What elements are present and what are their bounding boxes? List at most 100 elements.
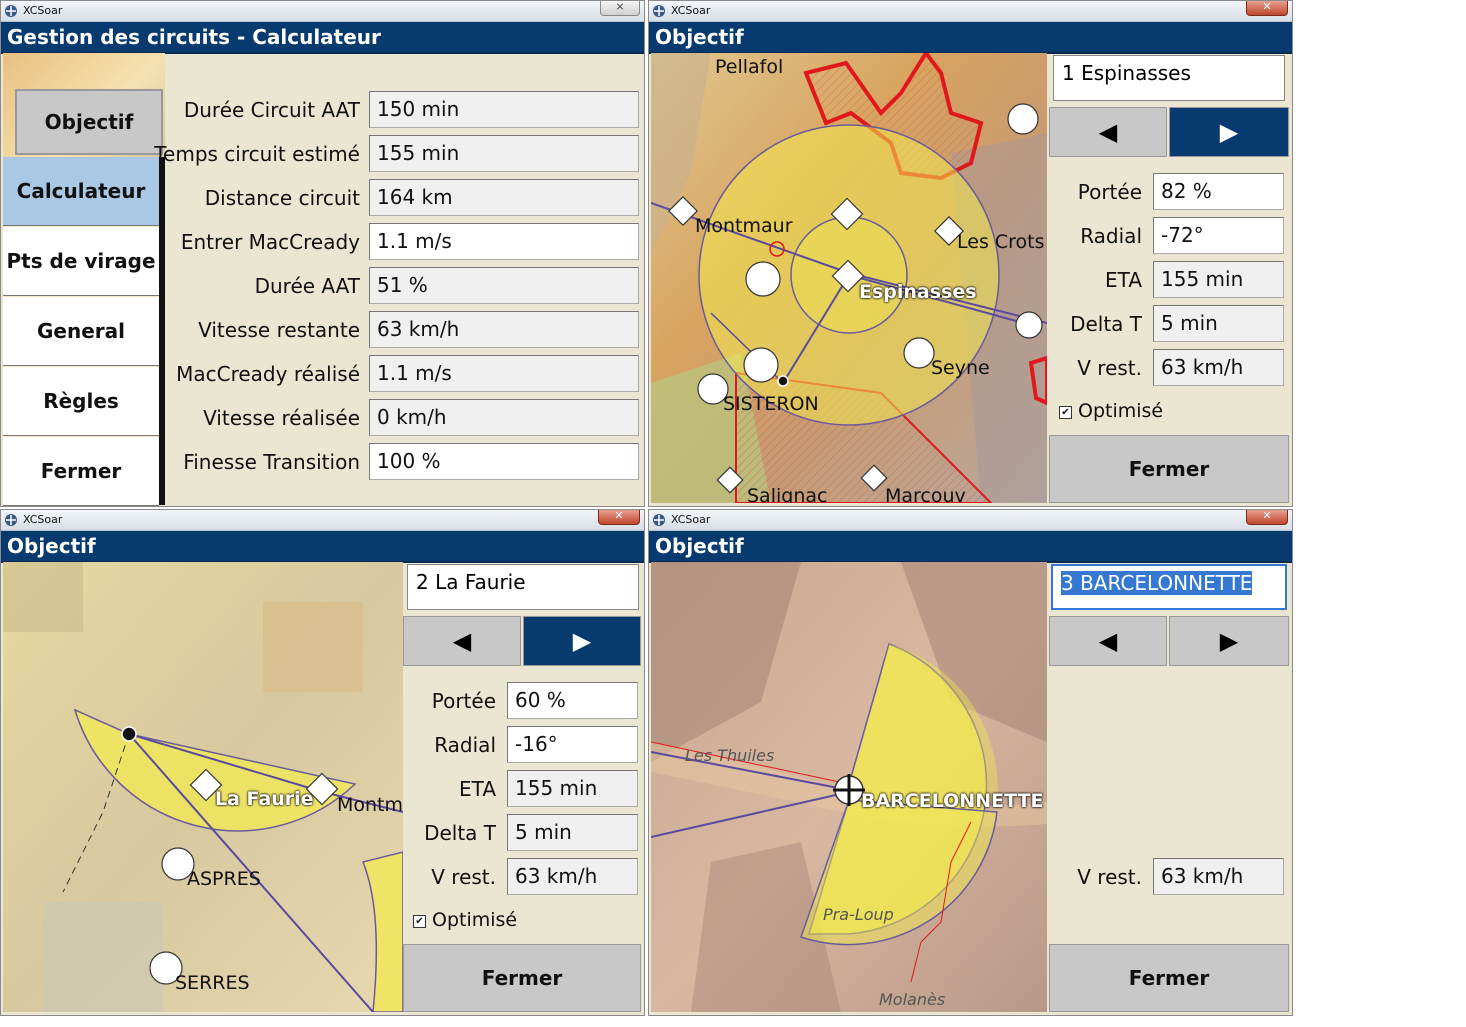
field-v-rest: 63 km/h xyxy=(1153,858,1284,895)
waypoint-select[interactable]: 2 La Faurie xyxy=(407,564,639,610)
nav-calculateur-button[interactable]: Calculateur xyxy=(3,157,159,226)
nav-panel: Objectif Calculateur Pts de virage Gener… xyxy=(3,53,165,506)
field-v-rest: 63 km/h xyxy=(507,858,638,895)
xcsoar-app-icon xyxy=(5,514,17,526)
page-title: Objectif xyxy=(1,531,644,563)
page-title: Objectif xyxy=(649,22,1292,54)
map-label: Espinasses xyxy=(859,281,977,303)
field-distance-circuit: 164 km xyxy=(369,179,639,216)
field-v-rest: 63 km/h xyxy=(1153,349,1284,386)
previous-waypoint-button[interactable]: ◀ xyxy=(1049,107,1167,157)
field-eta: 155 min xyxy=(1153,261,1284,298)
waypoint-select[interactable]: 1 Espinasses xyxy=(1053,55,1285,101)
close-icon[interactable]: ✕ xyxy=(1246,1,1288,16)
previous-waypoint-button[interactable]: ◀ xyxy=(1049,616,1167,666)
label-v-rest: V rest. xyxy=(1077,356,1142,380)
map-label: SISTERON xyxy=(723,393,819,415)
xcsoar-app-icon xyxy=(653,5,665,17)
fermer-button[interactable]: Fermer xyxy=(1049,944,1289,1012)
title-bar: XCSoar ✕ xyxy=(649,510,1292,531)
objectif-window-1: XCSoar ✕ Objectif Pellafol Montmaur Les … xyxy=(648,0,1293,507)
checkbox-icon: ✔ xyxy=(1059,406,1072,419)
nav-objectif-button[interactable]: Objectif xyxy=(15,89,163,155)
map-label: Pellafol xyxy=(715,56,784,78)
portee-input[interactable]: 82 % xyxy=(1153,173,1284,210)
map-label: Saliqnac xyxy=(747,485,828,503)
field-duree-circuit-aat: 150 min xyxy=(369,91,639,128)
calculator-window: XCSoar ⨯ Gestion des circuits - Calculat… xyxy=(0,0,645,507)
window-title: XCSoar xyxy=(671,4,711,17)
map-label: Montma xyxy=(337,794,403,816)
map-label: ASPRES xyxy=(187,868,261,890)
map-label: Pra-Loup xyxy=(823,905,894,924)
field-vitesse-restante: 63 km/h xyxy=(369,311,639,348)
window-title: XCSoar xyxy=(23,4,63,17)
task-map[interactable]: La Faurie Montma ASPRES SERRES xyxy=(3,562,403,1012)
previous-waypoint-button[interactable]: ◀ xyxy=(403,616,521,666)
terrain-map xyxy=(651,53,1047,503)
label-vitesse-restante: Vitesse restante xyxy=(198,318,360,342)
page-title: Gestion des circuits - Calculateur xyxy=(1,22,644,54)
map-label: Molanès xyxy=(879,990,946,1009)
radial-input[interactable]: -16° xyxy=(507,726,638,763)
fermer-button[interactable]: Fermer xyxy=(1049,435,1289,503)
label-radial: Radial xyxy=(434,733,496,757)
checkbox-icon: ✔ xyxy=(413,915,426,928)
objectif-window-2: XCSoar ✕ Objectif La Faurie Montm ASPRES… xyxy=(0,509,645,1016)
fermer-button[interactable]: Fermer xyxy=(403,944,641,1012)
map-label: Seyne xyxy=(931,357,990,379)
optimise-checkbox[interactable]: ✔ Optimisé xyxy=(1059,400,1163,422)
label-finesse-transition: Finesse Transition xyxy=(183,450,360,474)
maccready-input[interactable]: 1.1 m/s xyxy=(369,223,639,260)
finesse-transition-input[interactable]: 100 % xyxy=(369,443,639,480)
radial-input[interactable]: -72° xyxy=(1153,217,1284,254)
page-title: Objectif xyxy=(649,531,1292,563)
label-radial: Radial xyxy=(1080,224,1142,248)
optimise-checkbox[interactable]: ✔ Optimisé xyxy=(413,909,517,931)
field-eta: 155 min xyxy=(507,770,638,807)
label-eta: ETA xyxy=(459,777,496,801)
task-map[interactable]: Pellafol Montmaur Les Crots Espinasses S… xyxy=(651,53,1047,503)
nav-fermer-button[interactable]: Fermer xyxy=(3,437,159,506)
map-label: Les Crots xyxy=(957,231,1045,253)
label-v-rest: V rest. xyxy=(431,865,496,889)
field-duree-aat: 51 % xyxy=(369,267,639,304)
close-icon[interactable]: ✕ xyxy=(598,510,640,525)
window-title: XCSoar xyxy=(23,513,63,526)
field-temps-circuit-estime: 155 min xyxy=(369,135,639,172)
objectif-window-3: XCSoar ✕ Objectif Les Thuiles BARCELONNE… xyxy=(648,509,1293,1016)
waypoint-selected-text: 3 BARCELONNETTE xyxy=(1061,571,1253,595)
label-vitesse-realisee: Vitesse réalisée xyxy=(203,406,360,430)
nav-general-button[interactable]: General xyxy=(3,297,159,366)
map-label: La Faurie xyxy=(215,788,314,810)
map-label: BARCELONNETTE xyxy=(861,790,1044,812)
next-waypoint-button[interactable]: ▶ xyxy=(1169,616,1289,666)
label-duree-circuit-aat: Durée Circuit AAT xyxy=(183,98,360,122)
close-icon[interactable]: ✕ xyxy=(1246,510,1288,525)
label-maccready-realise: MacCready réalisé xyxy=(176,362,360,386)
label-eta: ETA xyxy=(1105,268,1142,292)
waypoint-select[interactable]: 3 BARCELONNETTE xyxy=(1051,564,1287,610)
window-title: XCSoar xyxy=(671,513,711,526)
label-entrer-maccready: Entrer MacCready xyxy=(180,230,360,254)
close-icon[interactable]: ⨯ xyxy=(600,1,640,16)
label-duree-aat: Durée AAT xyxy=(254,274,360,298)
title-bar: XCSoar ✕ xyxy=(1,510,644,531)
map-label: Marcouv xyxy=(885,485,966,503)
task-map[interactable]: Les Thuiles BARCELONNETTE Pra-Loup Molan… xyxy=(651,562,1047,1012)
label-portee: Portée xyxy=(431,689,496,713)
optimise-label: Optimisé xyxy=(432,909,518,931)
label-temps-circuit-estime: Temps circuit estimé xyxy=(154,142,360,166)
label-delta-t: Delta T xyxy=(1070,312,1142,336)
nav-regles-button[interactable]: Règles xyxy=(3,367,159,436)
map-label: Montmaur xyxy=(695,215,793,237)
next-waypoint-button[interactable]: ▶ xyxy=(523,616,641,666)
optimise-label: Optimisé xyxy=(1078,400,1164,422)
terrain-map xyxy=(651,562,1047,1012)
field-vitesse-realisee: 0 km/h xyxy=(369,399,639,436)
map-label: Les Thuiles xyxy=(685,746,775,765)
portee-input[interactable]: 60 % xyxy=(507,682,638,719)
nav-pts-de-virage-button[interactable]: Pts de virage xyxy=(3,227,159,296)
next-waypoint-button[interactable]: ▶ xyxy=(1169,107,1289,157)
field-delta-t: 5 min xyxy=(1153,305,1284,342)
